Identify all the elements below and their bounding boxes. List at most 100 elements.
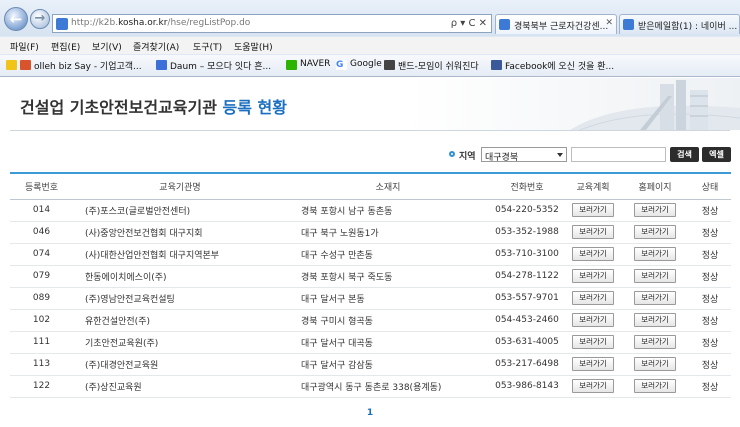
view-plan-button[interactable]: 보러가기	[572, 203, 614, 217]
phone: 054-453-2460	[489, 309, 565, 332]
reg-no: 113	[10, 353, 73, 376]
address: 대구 달서구 감삼동	[287, 353, 489, 376]
view-plan-button[interactable]: 보러가기	[572, 247, 614, 261]
view-plan-button[interactable]: 보러가기	[572, 269, 614, 283]
address: 경북 구미시 형곡동	[287, 309, 489, 332]
status: 정상	[689, 375, 731, 398]
building-decoration-icon	[570, 80, 740, 130]
institution-name: 유한건설안전(주)	[73, 309, 287, 332]
header-phone: 전화번호	[489, 172, 565, 200]
chevron-down-icon	[557, 153, 563, 157]
favorite-naver[interactable]: NAVER	[286, 59, 330, 70]
status: 정상	[689, 265, 731, 288]
header-divider	[10, 130, 730, 131]
view-plan-button[interactable]: 보러가기	[572, 291, 614, 305]
phone: 053-557-9701	[489, 287, 565, 310]
view-homepage-button[interactable]: 보러가기	[634, 335, 676, 349]
institution-name: (주)영남안전교육컨설팅	[73, 287, 287, 310]
region-label: 지역	[459, 152, 476, 162]
table-row: 122 (주)상진교육원 대구광역시 동구 동촌로 338(용계동) 053-9…	[10, 375, 731, 398]
institution-name: (주)상진교육원	[73, 375, 287, 398]
institution-name: (사)대한산업안전협회 대구지역본부	[73, 243, 287, 266]
address: 대구 달서구 대곡동	[287, 331, 489, 354]
search-bar: 지역 대구경북 검색 엑셀	[0, 146, 740, 164]
reg-no: 111	[10, 331, 73, 354]
view-plan-button[interactable]: 보러가기	[572, 225, 614, 239]
address-tools[interactable]: ρ ▾ C ✕	[451, 18, 487, 29]
menu-help[interactable]: 도움말(H)	[234, 40, 273, 53]
view-homepage-button[interactable]: 보러가기	[634, 291, 676, 305]
phone: 054-278-1122	[489, 265, 565, 288]
search-button[interactable]: 검색	[670, 147, 699, 162]
view-plan-button[interactable]: 보러가기	[572, 313, 614, 327]
phone: 053-631-4005	[489, 331, 565, 354]
status: 정상	[689, 221, 731, 244]
favorite-olleh[interactable]: olleh biz Say - 기업고객...	[6, 59, 142, 72]
reg-no: 089	[10, 287, 73, 310]
url-text[interactable]: http://k2b.kosha.or.kr/hse/regListPop.do	[71, 18, 250, 28]
page-number-current[interactable]: 1	[367, 408, 373, 418]
browser-tab-1[interactable]: 경북북부 근로자건강센... ✕	[495, 14, 617, 34]
table-row: 102 유한건설안전(주) 경북 구미시 형곡동 054-453-2460 보러…	[10, 309, 731, 332]
site-favicon-icon	[56, 18, 68, 30]
header-name: 교육기관명	[73, 172, 287, 200]
header-homepage: 홈페이지	[621, 172, 689, 200]
excel-button[interactable]: 엑셀	[702, 147, 731, 162]
region-select[interactable]: 대구경북	[481, 147, 567, 163]
google-icon: G	[336, 60, 347, 70]
table-row: 046 (사)중앙안전보건협회 대구지회 대구 북구 노원동1가 053-352…	[10, 221, 731, 244]
view-homepage-button[interactable]: 보러가기	[634, 357, 676, 371]
daum-icon	[156, 60, 167, 70]
address: 대구 달서구 본동	[287, 287, 489, 310]
view-homepage-button[interactable]: 보러가기	[634, 269, 676, 283]
institution-name: (사)중앙안전보건협회 대구지회	[73, 221, 287, 244]
reg-no: 014	[10, 199, 73, 222]
status: 정상	[689, 331, 731, 354]
favorite-band[interactable]: 밴드-모임이 쉬워진다	[384, 59, 479, 72]
view-homepage-button[interactable]: 보러가기	[634, 225, 676, 239]
address-bar[interactable]: http://k2b.kosha.or.kr/hse/regListPop.do…	[52, 14, 492, 33]
menu-view[interactable]: 보기(V)	[92, 40, 122, 53]
address: 대구 북구 노원동1가	[287, 221, 489, 244]
menu-favorites[interactable]: 즐겨찾기(A)	[133, 40, 179, 53]
table-header-row: 등록번호 교육기관명 소재지 전화번호 교육계획 홈페이지 상태	[10, 172, 731, 200]
favorites-bar: olleh biz Say - 기업고객... Daum – 모으다 잇다 흔.…	[0, 55, 740, 76]
tab-close-icon[interactable]: ✕	[605, 18, 613, 28]
address: 경북 포항시 북구 죽도동	[287, 265, 489, 288]
browser-tab-2[interactable]: 받은메일함(1) : 네이버 ...	[619, 14, 740, 34]
tab-favicon-icon	[623, 19, 634, 30]
menu-file[interactable]: 파일(F)	[10, 40, 39, 53]
olleh-icon	[20, 60, 31, 70]
phone: 053-217-6498	[489, 353, 565, 376]
favorite-facebook[interactable]: Facebook에 오신 것을 환...	[491, 59, 614, 72]
pagination: 1	[0, 408, 740, 418]
page-header: 건설업 기초안전보건교육기관 등록 현황	[0, 78, 740, 130]
status: 정상	[689, 353, 731, 376]
band-icon	[384, 60, 395, 70]
table-row: 089 (주)영남안전교육컨설팅 대구 달서구 본동 053-557-9701 …	[10, 287, 731, 310]
favorite-daum[interactable]: Daum – 모으다 잇다 흔...	[156, 59, 271, 72]
menu-edit[interactable]: 편집(E)	[51, 40, 80, 53]
reg-no: 074	[10, 243, 73, 266]
favorite-google[interactable]: G Google	[336, 59, 382, 70]
forward-button[interactable]: →	[30, 9, 50, 29]
view-plan-button[interactable]: 보러가기	[572, 335, 614, 349]
menu-tools[interactable]: 도구(T)	[193, 40, 222, 53]
header-reg-no: 등록번호	[10, 172, 73, 200]
header-status: 상태	[689, 172, 731, 200]
search-input[interactable]	[571, 147, 666, 162]
view-homepage-button[interactable]: 보러가기	[634, 313, 676, 327]
star-icon	[6, 60, 17, 70]
view-homepage-button[interactable]: 보러가기	[634, 203, 676, 217]
address-bar-row: ← → http://k2b.kosha.or.kr/hse/regListPo…	[0, 0, 740, 36]
view-homepage-button[interactable]: 보러가기	[634, 247, 676, 261]
view-plan-button[interactable]: 보러가기	[572, 379, 614, 393]
tab-favicon-icon	[499, 19, 510, 30]
browser-chrome: ← → http://k2b.kosha.or.kr/hse/regListPo…	[0, 0, 740, 77]
table-row: 113 (주)대경안전교육원 대구 달서구 감삼동 053-217-6498 보…	[10, 353, 731, 376]
page-title: 건설업 기초안전보건교육기관 등록 현황	[20, 98, 287, 117]
institution-name: 한동에이치에스이(주)	[73, 265, 287, 288]
back-button[interactable]: ←	[4, 7, 28, 31]
view-plan-button[interactable]: 보러가기	[572, 357, 614, 371]
view-homepage-button[interactable]: 보러가기	[634, 379, 676, 393]
